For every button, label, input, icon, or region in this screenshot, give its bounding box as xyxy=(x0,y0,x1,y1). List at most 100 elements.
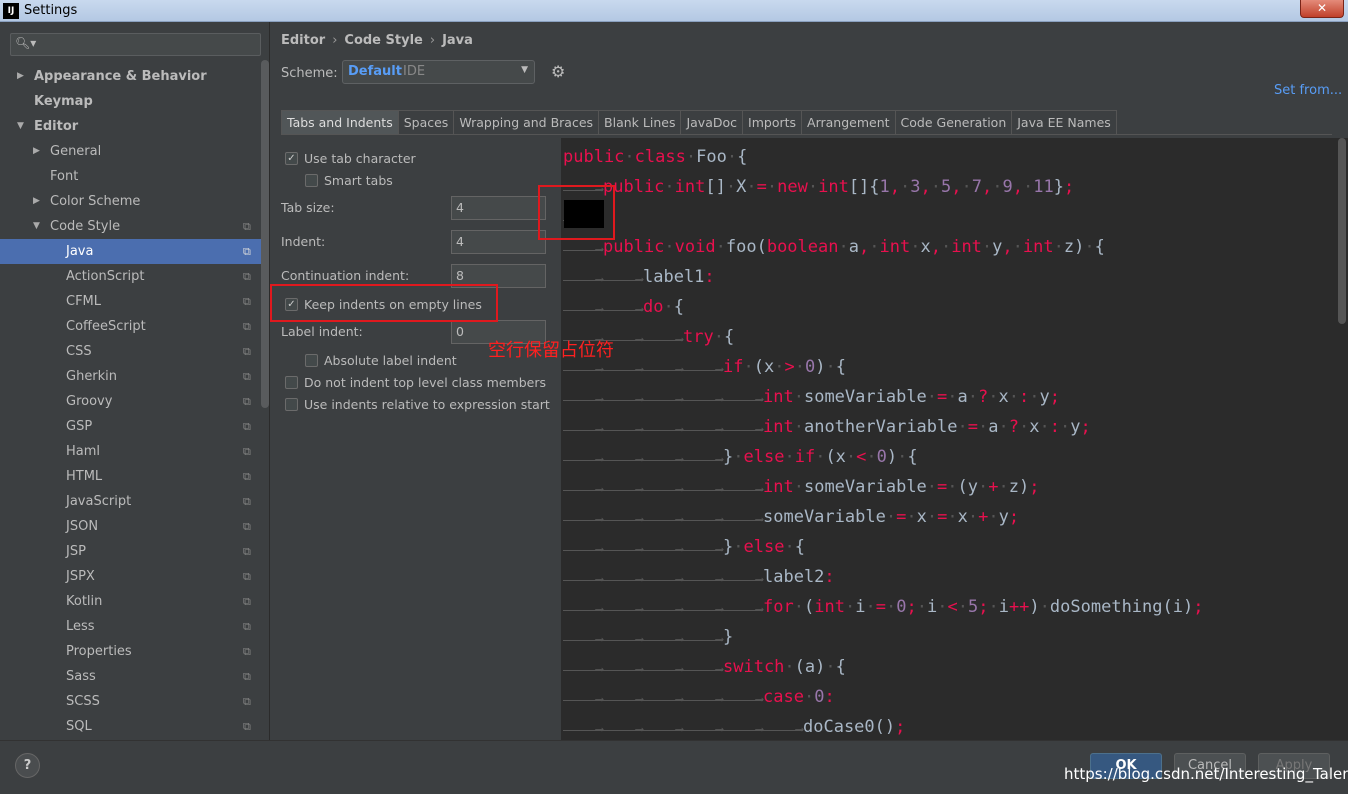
sidebar-item-json[interactable]: JSON ⧉ xyxy=(0,514,262,539)
code-token: x xyxy=(957,507,968,527)
preview-scrollbar[interactable] xyxy=(1336,138,1348,740)
sidebar-item-keymap[interactable]: Keymap xyxy=(0,89,262,114)
expand-arrow-icon[interactable]: ▶ xyxy=(17,64,24,89)
sidebar-item-actionscript[interactable]: ActionScript ⧉ xyxy=(0,264,262,289)
scheme-dropdown[interactable]: Default IDE ▼ xyxy=(342,60,535,84)
settings-tree: ▶ Appearance & Behavior Keymap ▼ Editor ▶ Gene… xyxy=(0,64,262,739)
code-token: · xyxy=(947,477,958,497)
sidebar-item-gherkin[interactable]: Gherkin ⧉ xyxy=(0,364,262,389)
code-token: ; xyxy=(895,717,906,737)
code-token: : xyxy=(824,687,835,707)
indent-field[interactable]: 4 xyxy=(451,230,546,254)
tab-arrow-icon: ⟶ xyxy=(643,569,683,586)
project-copy-icon: ⧉ xyxy=(243,670,251,683)
sidebar-item-haml[interactable]: Haml ⧉ xyxy=(0,439,262,464)
tab-tabs-and-indents[interactable]: Tabs and Indents xyxy=(281,110,399,135)
code-line: public·class·Foo·{ xyxy=(563,142,747,172)
sidebar-item-properties[interactable]: Properties ⧉ xyxy=(0,639,262,664)
code-token: x xyxy=(998,387,1009,407)
sidebar-item-kotlin[interactable]: Kotlin ⧉ xyxy=(0,589,262,614)
code-token: public xyxy=(563,147,625,167)
title-bar: IJ Settings ✕ xyxy=(0,0,1348,22)
sidebar-item-jsp[interactable]: JSP ⧉ xyxy=(0,539,262,564)
sidebar-item-less[interactable]: Less ⧉ xyxy=(0,614,262,639)
code-token: · xyxy=(961,177,972,197)
intellij-app-icon: IJ xyxy=(3,3,19,19)
sidebar-item-label: Code Style xyxy=(50,219,121,234)
tab-arrow-icon: ⟶ xyxy=(563,419,603,436)
tab-wrapping-and-braces[interactable]: Wrapping and Braces xyxy=(453,110,600,135)
code-token: { xyxy=(1094,237,1105,257)
code-token: · xyxy=(1060,417,1071,437)
code-token: · xyxy=(988,387,999,407)
sidebar-item-code-style[interactable]: ▼ Code Style ⧉ xyxy=(0,214,262,239)
breadcrumb-java: Java xyxy=(442,33,473,48)
expand-arrow-icon[interactable]: ▶ xyxy=(33,139,40,164)
sidebar-item-sass[interactable]: Sass ⧉ xyxy=(0,664,262,689)
code-token: 0 xyxy=(804,357,816,377)
tab-java-ee-names[interactable]: Java EE Names xyxy=(1011,110,1117,135)
tab-imports[interactable]: Imports xyxy=(742,110,803,135)
project-copy-icon: ⧉ xyxy=(243,370,251,383)
sidebar-item-color-scheme[interactable]: ▶ Color Scheme xyxy=(0,189,262,214)
code-token: · xyxy=(926,477,938,497)
tab-blank-lines[interactable]: Blank Lines xyxy=(598,110,682,135)
collapse-arrow-icon[interactable]: ▼ xyxy=(17,114,24,139)
tab-arrow-icon: ⟶ xyxy=(643,509,683,526)
sidebar-item-gsp[interactable]: GSP ⧉ xyxy=(0,414,262,439)
sidebar-item-css[interactable]: CSS ⧉ xyxy=(0,339,262,364)
code-token: · xyxy=(957,417,968,437)
collapse-arrow-icon[interactable]: ▼ xyxy=(33,214,40,239)
sidebar-item-editor[interactable]: ▼ Editor xyxy=(0,114,262,139)
sidebar-item-jspx[interactable]: JSPX ⧉ xyxy=(0,564,262,589)
code-token: ) xyxy=(815,357,826,377)
sidebar-item-cfml[interactable]: CFML ⧉ xyxy=(0,289,262,314)
code-token: · xyxy=(1019,417,1030,437)
code-line: ⟶ ⟶ ⟶ ⟶}·else·if·(x·<·0)·{ xyxy=(563,442,918,472)
tab-arrow-icon: ⟶ xyxy=(643,359,683,376)
help-button[interactable]: ? xyxy=(15,753,40,778)
smart-tabs-checkbox[interactable] xyxy=(305,174,318,187)
sidebar-scrollbar[interactable] xyxy=(261,60,269,408)
code-token: , xyxy=(889,177,901,197)
tab-code-generation[interactable]: Code Generation xyxy=(894,110,1013,135)
expand-arrow-icon[interactable]: ▶ xyxy=(33,189,40,214)
sidebar-item-coffeescript[interactable]: CoffeeScript ⧉ xyxy=(0,314,262,339)
sidebar-item-java[interactable]: Java ⧉ xyxy=(0,239,262,264)
sidebar-item-general[interactable]: ▶ General xyxy=(0,139,262,164)
code-token: x xyxy=(916,507,927,527)
sidebar-item-groovy[interactable]: Groovy ⧉ xyxy=(0,389,262,414)
code-token: y xyxy=(998,507,1009,527)
sidebar-item-scss[interactable]: SCSS ⧉ xyxy=(0,689,262,714)
annotation-text: 空行保留占位符 xyxy=(488,340,614,361)
tab-arrow-icon: ⟶ xyxy=(723,509,763,526)
code-token: 11 xyxy=(1033,177,1054,197)
tab-arrow-icon: ⟶ xyxy=(643,689,683,706)
code-line: ⟶ ⟶do·{ xyxy=(563,292,684,322)
tab-spaces[interactable]: Spaces xyxy=(397,110,455,135)
settings-search-input[interactable]: 🔍︎▾ xyxy=(10,33,261,56)
tab-arrow-icon: ⟶ xyxy=(603,449,643,466)
code-token: · xyxy=(947,387,958,407)
tab-arrow-icon: ⟶ xyxy=(563,719,603,736)
tab-javadoc[interactable]: JavaDoc xyxy=(680,110,744,135)
close-button[interactable]: ✕ xyxy=(1300,0,1344,18)
relative-indents-checkbox[interactable] xyxy=(285,398,298,411)
sidebar-item-html[interactable]: HTML ⧉ xyxy=(0,464,262,489)
gear-icon[interactable]: ⚙ xyxy=(551,62,565,81)
absolute-label-indent-checkbox[interactable] xyxy=(305,354,318,367)
code-line: ⟶public·void·foo(boolean·a,·int·x,·int·y… xyxy=(563,232,1105,262)
tab-size-field[interactable]: 4 xyxy=(451,196,546,220)
code-token: 9 xyxy=(1002,177,1013,197)
set-from-link[interactable]: Set from... xyxy=(1274,83,1342,98)
sidebar-item-sql[interactable]: SQL ⧉ xyxy=(0,714,262,739)
use-tab-character-checkbox[interactable]: ✓ xyxy=(285,152,298,165)
sidebar-item-font[interactable]: Font xyxy=(0,164,262,189)
no-indent-top-level-checkbox[interactable] xyxy=(285,376,298,389)
code-token: · xyxy=(1039,597,1050,617)
sidebar-item-label: Kotlin xyxy=(66,594,103,609)
sidebar-item-appearance-behavior[interactable]: ▶ Appearance & Behavior xyxy=(0,64,262,89)
tab-arrangement[interactable]: Arrangement xyxy=(801,110,896,135)
code-token: 0 xyxy=(896,597,907,617)
sidebar-item-javascript[interactable]: JavaScript ⧉ xyxy=(0,489,262,514)
